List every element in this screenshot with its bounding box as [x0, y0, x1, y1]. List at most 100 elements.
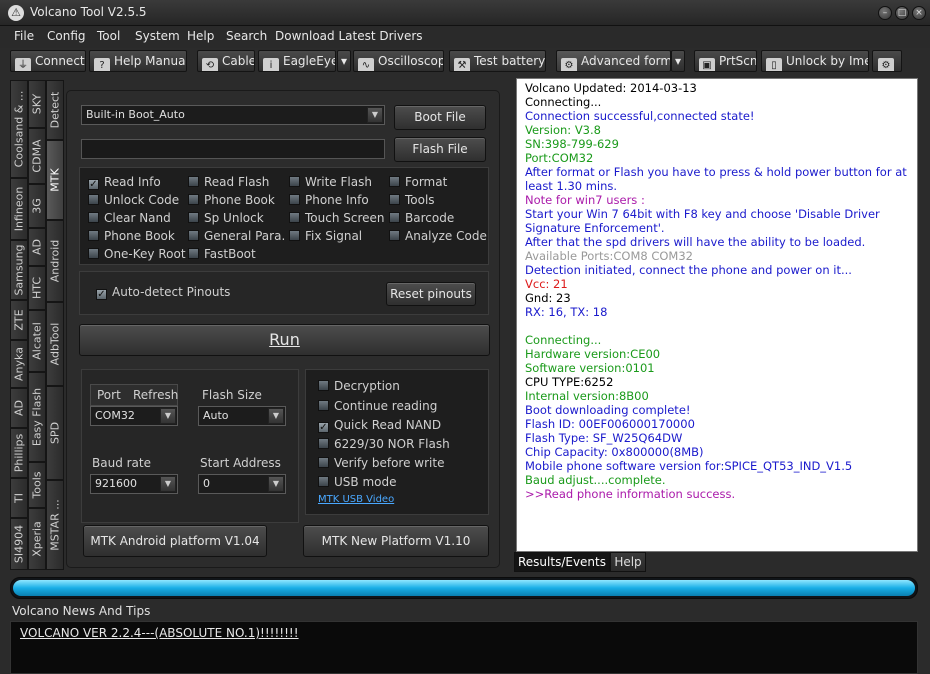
op-barcode[interactable]: Barcode — [389, 210, 454, 226]
screenshot-icon: ▣ — [699, 58, 715, 71]
tab-samsung[interactable]: Samsung — [10, 240, 28, 300]
boot-file-button[interactable]: Boot File — [394, 105, 486, 130]
eagleeye-dropdown-icon[interactable]: ▾ — [337, 50, 351, 72]
prtscn-button[interactable]: ▣ PrtScn — [694, 50, 757, 72]
tab-help[interactable]: Help — [610, 552, 646, 572]
minimize-icon[interactable]: – — [878, 6, 892, 20]
menu-download-drivers[interactable]: Download Latest Drivers — [275, 29, 423, 43]
op-sp-unlock[interactable]: Sp Unlock — [188, 210, 264, 226]
tab-ad-2[interactable]: AD — [28, 228, 46, 266]
progress-fill — [13, 580, 915, 596]
flash-size-select[interactable]: Auto ▼ — [198, 406, 286, 426]
cable-button[interactable]: ⟲ Cable — [197, 50, 255, 72]
tab-cdma[interactable]: CDMA — [28, 128, 46, 184]
opt-quick-read-nand[interactable]: Quick Read NAND — [318, 417, 441, 433]
mtk-android-platform-button[interactable]: MTK Android platform V1.04 — [83, 525, 267, 557]
results-log[interactable]: Volcano Updated: 2014-03-13 Connecting...… — [516, 78, 918, 552]
menu-file[interactable]: File — [14, 29, 34, 43]
tab-sky[interactable]: SKY — [28, 80, 46, 128]
help-manuals-button[interactable]: ? Help Manuals — [89, 50, 187, 72]
tab-phillips[interactable]: Phillips — [10, 428, 28, 478]
op-fix-signal[interactable]: Fix Signal — [289, 228, 362, 244]
boot-select[interactable]: Built-in Boot_Auto ▼ — [81, 105, 385, 125]
refresh-link[interactable]: Refresh — [133, 388, 178, 402]
tab-3g[interactable]: 3G — [28, 184, 46, 228]
tab-infineon[interactable]: Infineon — [10, 178, 28, 240]
eagleeye-button[interactable]: i EagleEye — [258, 50, 336, 72]
opt-usb-mode[interactable]: USB mode — [318, 474, 396, 490]
tab-tools[interactable]: Tools — [28, 462, 46, 508]
port-select[interactable]: COM32 ▼ — [90, 406, 178, 426]
flash-file-button[interactable]: Flash File — [394, 137, 486, 162]
tab-mtk[interactable]: MTK — [46, 140, 64, 220]
flash-size-label: Flash Size — [202, 388, 262, 402]
volcano-logo-icon: ⚠ — [8, 5, 24, 21]
op-phone-book[interactable]: Phone Book — [188, 192, 275, 208]
log-line: Volcano Updated: 2014-03-13 — [525, 81, 697, 95]
op-fastboot[interactable]: FastBoot — [188, 246, 256, 262]
test-battery-button[interactable]: ⚒ Test battery — [449, 50, 546, 72]
baud-rate-select[interactable]: 921600 ▼ — [90, 474, 178, 494]
tab-android[interactable]: Android — [46, 220, 64, 302]
pinouts-group: Auto-detect Pinouts Reset pinouts — [79, 271, 489, 315]
log-line: >>Read phone information success. — [525, 487, 736, 501]
auto-detect-pinouts-checkbox[interactable]: Auto-detect Pinouts — [96, 284, 230, 300]
mtk-usb-video-link[interactable]: MTK USB Video — [318, 494, 394, 505]
tab-htc[interactable]: HTC — [28, 266, 46, 310]
tab-results-events[interactable]: Results/Events — [514, 552, 610, 572]
run-button[interactable]: Run — [79, 324, 490, 356]
op-analyze-code[interactable]: Analyze Code — [389, 228, 487, 244]
tab-adbtool[interactable]: AdbTool — [46, 302, 64, 386]
op-phone-book-2[interactable]: Phone Book — [88, 228, 175, 244]
menu-tool[interactable]: Tool — [97, 29, 120, 43]
connect-button[interactable]: ⏚ Connect — [10, 50, 86, 72]
op-format[interactable]: Format — [389, 174, 447, 190]
tab-mstar[interactable]: MSTAR ... — [46, 480, 64, 570]
tab-zte[interactable]: ZTE — [10, 300, 28, 340]
flash-file-path[interactable] — [81, 139, 385, 159]
op-read-info[interactable]: Read Info — [88, 174, 161, 190]
tab-xperia[interactable]: Xperia — [28, 508, 46, 570]
op-unlock-code[interactable]: Unlock Code — [88, 192, 179, 208]
op-clear-nand[interactable]: Clear Nand — [88, 210, 171, 226]
opt-verify-before-write[interactable]: Verify before write — [318, 455, 444, 471]
tab-anyka[interactable]: Anyka — [10, 340, 28, 388]
advanced-form-dropdown-icon[interactable]: ▾ — [671, 50, 685, 72]
close-icon[interactable]: × — [912, 6, 926, 20]
unlock-imei-button[interactable]: ▯ Unlock by Imei — [761, 50, 869, 72]
tab-si4904[interactable]: SI4904 — [10, 518, 28, 570]
tab-spd[interactable]: SPD — [46, 386, 64, 480]
op-one-key-root[interactable]: One-Key Root — [88, 246, 186, 262]
log-line: Connecting... — [525, 333, 602, 347]
menu-config[interactable]: Config — [47, 29, 86, 43]
op-touch-screen[interactable]: Touch Screen — [289, 210, 385, 226]
tab-ti[interactable]: TI — [10, 478, 28, 518]
op-general-para[interactable]: General Para. — [188, 228, 285, 244]
opt-decryption[interactable]: Decryption — [318, 378, 400, 394]
oscilloscope-button[interactable]: ∿Oscilloscope — [353, 50, 444, 72]
op-phone-info[interactable]: Phone Info — [289, 192, 369, 208]
tab-coolsand[interactable]: Coolsand & ... — [10, 80, 28, 178]
op-read-flash[interactable]: Read Flash — [188, 174, 269, 190]
mtk-new-platform-button[interactable]: MTK New Platform V1.10 — [303, 525, 489, 557]
op-tools[interactable]: Tools — [389, 192, 435, 208]
menu-search[interactable]: Search — [226, 29, 267, 43]
menu-system[interactable]: System — [135, 29, 180, 43]
settings-button[interactable]: ⚙ — [872, 50, 902, 72]
reset-pinouts-button[interactable]: Reset pinouts — [386, 282, 476, 306]
news-headline-link[interactable]: VOLCANO VER 2.2.4---(ABSOLUTE NO.1)!!!!!… — [20, 626, 299, 640]
maximize-icon[interactable]: □ — [895, 6, 909, 20]
menu-help[interactable]: Help — [187, 29, 214, 43]
start-address-select[interactable]: 0 ▼ — [198, 474, 286, 494]
tab-alcatel[interactable]: Alcatel — [28, 310, 46, 372]
opt-continue-reading[interactable]: Continue reading — [318, 398, 437, 414]
tab-easy-flash[interactable]: Easy Flash — [28, 372, 46, 462]
opt-nor-flash[interactable]: 6229/30 NOR Flash — [318, 436, 450, 452]
tab-ad-1[interactable]: AD — [10, 388, 28, 428]
options-group: Decryption Continue reading Quick Read N… — [305, 369, 489, 515]
advanced-form-button[interactable]: ⚙ Advanced form — [556, 50, 671, 72]
log-line: After that the spd drivers will have the… — [525, 235, 866, 249]
news-title: Volcano News And Tips — [12, 604, 151, 618]
tab-detect[interactable]: Detect — [46, 80, 64, 140]
op-write-flash[interactable]: Write Flash — [289, 174, 372, 190]
